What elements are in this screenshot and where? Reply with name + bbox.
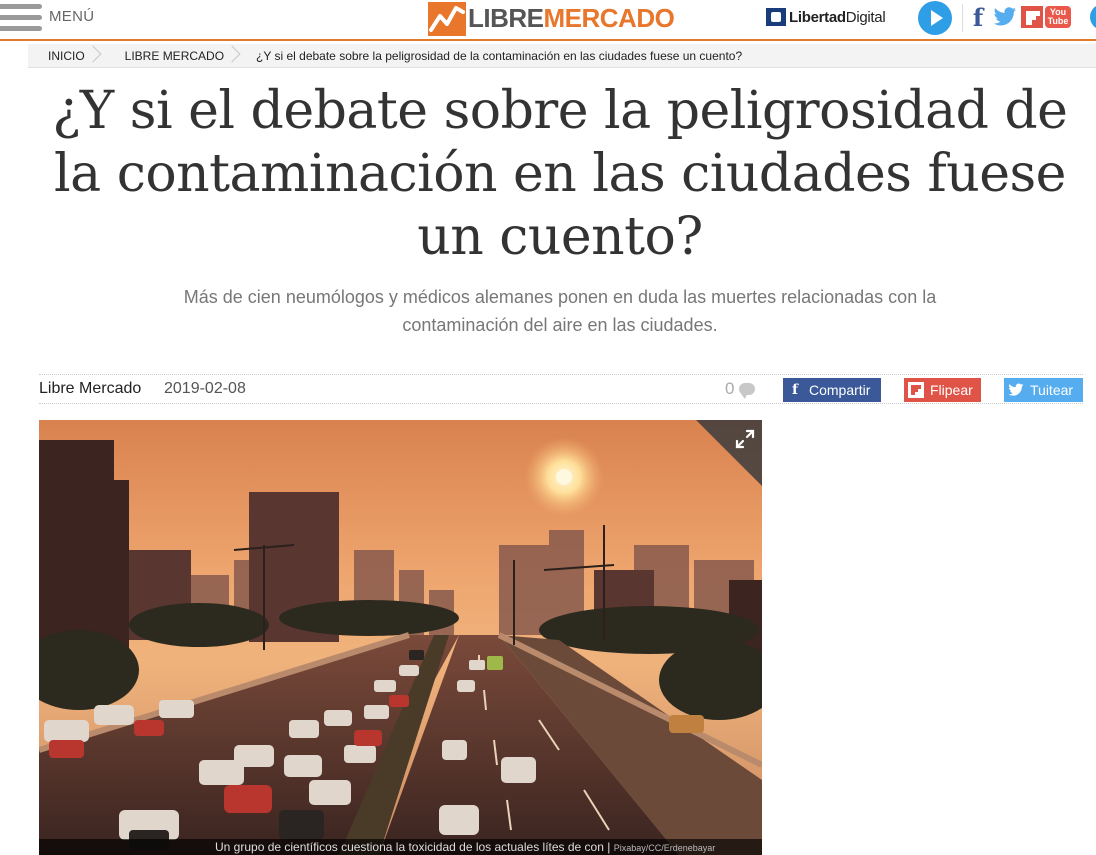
youtube-icon[interactable]: You Tube bbox=[1044, 4, 1072, 30]
expand-icon[interactable] bbox=[734, 428, 756, 450]
brand-libre: LIBRE bbox=[468, 3, 544, 33]
flipboard-icon bbox=[908, 382, 924, 398]
chart-logo-icon bbox=[428, 1, 466, 36]
image-caption: Un grupo de científicos cuestiona la tox… bbox=[39, 839, 762, 855]
share-twitter-button[interactable]: Tuitear bbox=[1004, 378, 1083, 402]
breadcrumb-home-label: INICIO bbox=[48, 48, 85, 63]
breadcrumb-home[interactable]: INICIO bbox=[28, 44, 105, 68]
libertad-digital-link[interactable]: LibertadDigital bbox=[766, 6, 886, 28]
title-line: un cuento? bbox=[417, 207, 703, 267]
article-title: ¿Y si el debate sobre la peligrosidad de… bbox=[30, 80, 1090, 269]
city-traffic-sunset-photo bbox=[39, 420, 762, 855]
chevron-right-icon bbox=[230, 44, 242, 68]
facebook-icon: f bbox=[791, 382, 799, 398]
top-bar: MENÚ LIBREMERCADO LibertadDigital f You … bbox=[0, 0, 1096, 41]
comments-link[interactable]: 0 bbox=[725, 379, 756, 399]
breadcrumb-current: ¿Y si el debate sobre la peligrosidad de… bbox=[256, 48, 743, 63]
site-logo[interactable]: LIBREMERCADO bbox=[428, 0, 675, 37]
ld-regular: Digital bbox=[845, 8, 886, 26]
article-meta: Libre Mercado 2019-02-08 0 f Compartir F… bbox=[39, 374, 1083, 404]
breadcrumb-section[interactable]: LIBRE MERCADO bbox=[105, 44, 244, 68]
flipboard-logo-icon bbox=[1021, 6, 1043, 28]
share-facebook-label: Compartir bbox=[809, 382, 871, 398]
youtube-label-bottom: Tube bbox=[1047, 16, 1069, 26]
more-network-icon[interactable] bbox=[1090, 4, 1096, 30]
article-subtitle: Más de cien neumólogos y médicos alemane… bbox=[150, 283, 970, 339]
comment-bubble-icon bbox=[739, 383, 756, 399]
breadcrumb: INICIO LIBRE MERCADO ¿Y si el debate sob… bbox=[28, 44, 1096, 68]
breadcrumb-section-label: LIBRE MERCADO bbox=[124, 48, 225, 63]
share-facebook-button[interactable]: f Compartir bbox=[783, 378, 881, 402]
youtube-logo: You Tube bbox=[1044, 6, 1072, 28]
image-credit: Pixabay/CC/Erdenebayar bbox=[613, 843, 716, 853]
article-image[interactable]: Un grupo de científicos cuestiona la tox… bbox=[39, 420, 762, 855]
flipboard-icon[interactable] bbox=[1020, 4, 1044, 30]
brand-mercado: MERCADO bbox=[543, 3, 675, 33]
comment-count: 0 bbox=[725, 379, 735, 398]
share-flipboard-label: Flipear bbox=[930, 382, 973, 398]
libertad-digital-logo-icon bbox=[766, 8, 786, 26]
title-line: la contaminación en las ciudades fuese bbox=[54, 144, 1066, 204]
libertad-digital-label: LibertadDigital bbox=[789, 8, 886, 26]
divider bbox=[962, 4, 963, 32]
twitter-icon bbox=[1008, 382, 1024, 398]
share-flipboard-button[interactable]: Flipear bbox=[904, 378, 981, 402]
menu-label[interactable]: MENÚ bbox=[49, 8, 94, 25]
menu-hamburger-icon[interactable] bbox=[0, 2, 42, 32]
ld-bold: Libertad bbox=[789, 8, 846, 26]
subtitle-line: Más de cien neumólogos y médicos alemane… bbox=[183, 287, 937, 307]
twitter-bird-icon bbox=[993, 7, 1017, 26]
chevron-right-icon bbox=[91, 44, 103, 68]
publish-date: 2019-02-08 bbox=[164, 380, 246, 397]
facebook-icon[interactable]: f bbox=[970, 3, 986, 32]
share-twitter-label: Tuitear bbox=[1030, 382, 1074, 398]
title-line: ¿Y si el debate sobre la peligrosidad de bbox=[52, 81, 1068, 141]
site-logo-text: LIBREMERCADO bbox=[468, 3, 675, 34]
twitter-icon[interactable] bbox=[992, 4, 1018, 30]
caption-text: Un grupo de científicos cuestiona la tox… bbox=[215, 840, 611, 854]
play-icon[interactable] bbox=[918, 1, 952, 35]
subtitle-line: contaminación del aire en las ciudades. bbox=[402, 315, 718, 335]
author-link[interactable]: Libre Mercado bbox=[39, 380, 141, 398]
